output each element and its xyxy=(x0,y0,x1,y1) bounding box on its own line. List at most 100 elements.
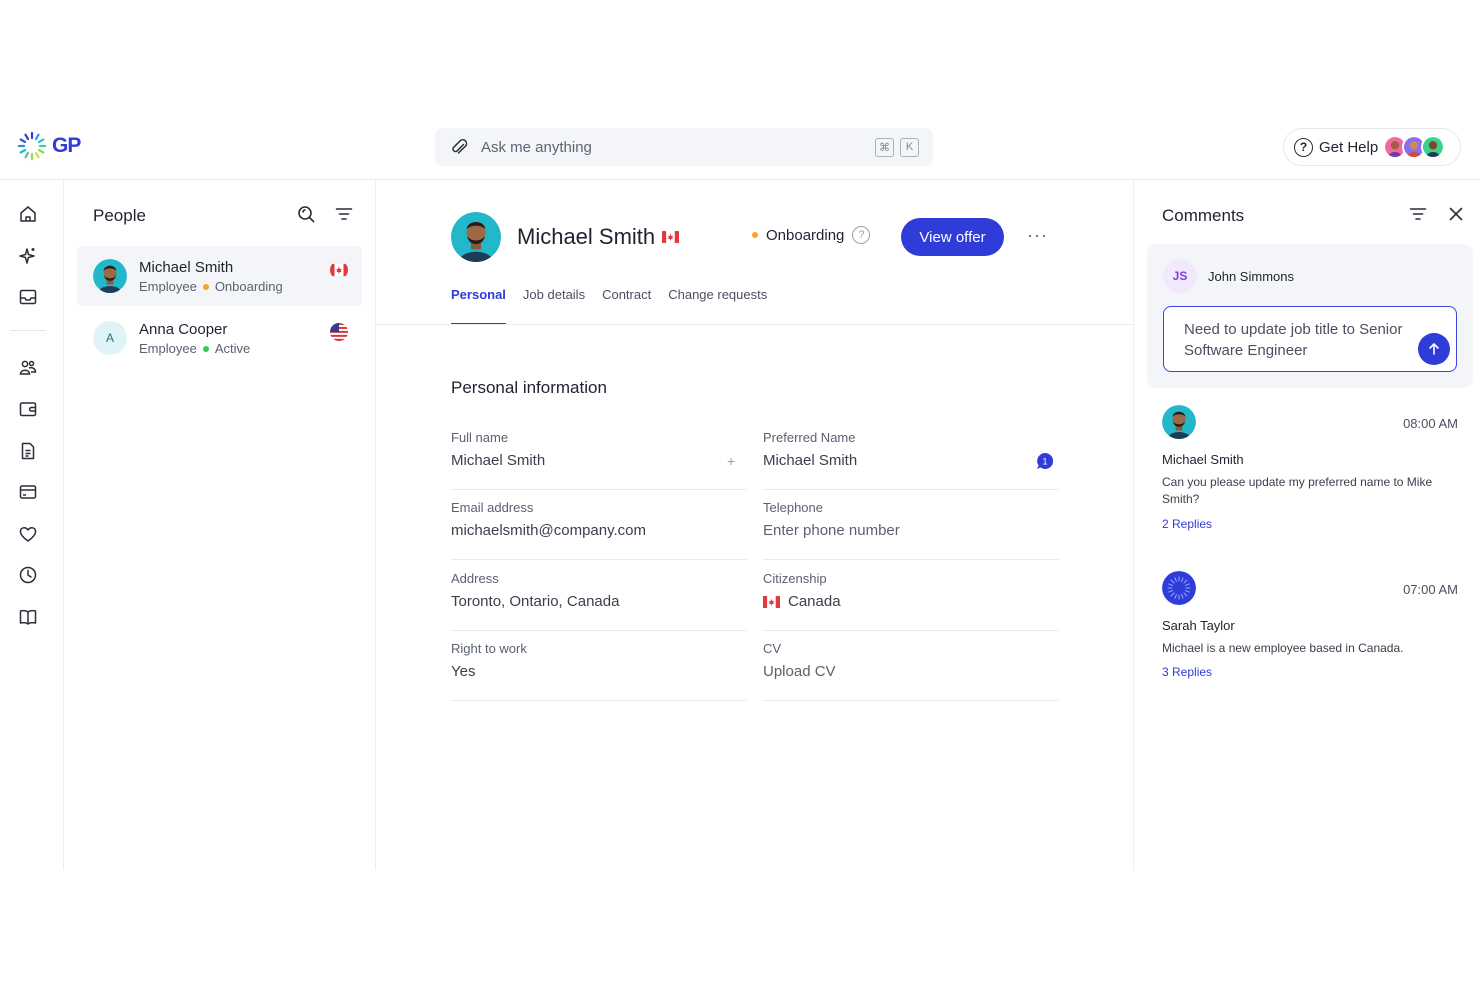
logo-icon xyxy=(17,131,47,161)
search-input[interactable]: Ask me anything ⌘ K xyxy=(435,128,933,166)
status-label: Onboarding xyxy=(766,226,845,244)
address-field[interactable]: Address Toronto, Ontario, Canada xyxy=(451,571,747,631)
support-avatars[interactable] xyxy=(1383,135,1446,159)
comments-title: Comments xyxy=(1162,206,1245,225)
people-title: People xyxy=(93,206,146,225)
avatar xyxy=(1162,571,1196,605)
comment-time: 08:00 AM xyxy=(1403,416,1458,431)
tab-contract[interactable]: Contract xyxy=(602,287,651,325)
command-key-hint: ⌘ xyxy=(875,137,894,157)
field-value[interactable]: michaelsmith@company.com xyxy=(451,522,646,539)
tabs-divider xyxy=(376,324,1133,325)
field-value[interactable]: Michael Smith xyxy=(451,452,545,469)
comment-input-text[interactable]: Need to update job title to Senior Softw… xyxy=(1184,319,1404,361)
comments-panel: Comments JS John Simmons Need to update … xyxy=(1134,180,1480,870)
full-name-field[interactable]: Full name Michael Smith + xyxy=(451,430,747,490)
nav-rail xyxy=(0,180,64,870)
field-label: Right to work xyxy=(451,641,527,656)
tab-change-requests[interactable]: Change requests xyxy=(668,287,767,325)
list-item-michael-smith[interactable]: Michael Smith Employee Onboarding xyxy=(77,246,362,306)
profile-tabs: Personal Job details Contract Change req… xyxy=(451,287,767,325)
send-button[interactable] xyxy=(1418,333,1450,365)
wallet-icon[interactable] xyxy=(18,399,38,419)
email-field[interactable]: Email address michaelsmith@company.com xyxy=(451,500,747,560)
comment-badge-icon[interactable]: 1 xyxy=(1036,452,1054,470)
cv-field[interactable]: CV Upload CV xyxy=(763,641,1059,701)
person-status: Onboarding xyxy=(214,279,283,294)
section-title: Personal information xyxy=(451,378,607,397)
people-panel: People Michael Smith Employee Onboarding… xyxy=(64,180,376,870)
close-icon[interactable] xyxy=(1446,204,1466,224)
field-label: Preferred Name xyxy=(763,430,856,445)
filter-icon[interactable] xyxy=(334,204,354,224)
filter-icon[interactable] xyxy=(1408,204,1428,224)
canada-flag-icon xyxy=(330,261,348,279)
field-value[interactable]: Enter phone number xyxy=(763,522,900,539)
comment-input[interactable]: Need to update job title to Senior Softw… xyxy=(1163,306,1457,372)
avatar xyxy=(451,212,501,262)
replies-link[interactable]: 3 Replies xyxy=(1162,665,1212,679)
field-value[interactable]: Canada xyxy=(763,593,841,610)
support-avatar xyxy=(1421,135,1446,159)
field-value[interactable]: Yes xyxy=(451,663,475,680)
tab-personal[interactable]: Personal xyxy=(451,287,506,325)
comment-author: Sarah Taylor xyxy=(1162,618,1235,633)
k-key-hint: K xyxy=(900,137,919,157)
comment-item: 07:00 AM Sarah Taylor Michael is a new e… xyxy=(1162,571,1458,691)
citizenship-field[interactable]: Citizenship Canada xyxy=(763,571,1059,631)
person-name: Anna Cooper xyxy=(139,321,228,338)
book-icon[interactable] xyxy=(18,607,38,627)
telephone-field[interactable]: Telephone Enter phone number xyxy=(763,500,1059,560)
home-icon[interactable] xyxy=(18,204,38,224)
comment-composer: JS John Simmons Need to update job title… xyxy=(1147,244,1473,388)
field-value[interactable]: Michael Smith xyxy=(763,452,857,469)
view-offer-button[interactable]: View offer xyxy=(901,218,1004,256)
heart-icon[interactable] xyxy=(18,524,38,544)
sparkle-icon[interactable] xyxy=(18,246,38,266)
list-item-anna-cooper[interactable]: A Anna Cooper Employee Active xyxy=(77,308,362,368)
document-icon[interactable] xyxy=(18,441,38,461)
field-label: Address xyxy=(451,571,499,586)
status-dot xyxy=(752,232,758,238)
logo-text: GP xyxy=(52,134,81,157)
comment-count: 1 xyxy=(1042,457,1047,467)
comment-text: Can you please update my preferred name … xyxy=(1162,475,1433,506)
clock-icon[interactable] xyxy=(18,565,38,585)
paperclip-icon[interactable] xyxy=(449,137,469,157)
logo[interactable]: GP xyxy=(17,131,81,161)
card-icon[interactable] xyxy=(18,482,38,502)
avatar xyxy=(93,259,127,293)
add-comment-icon[interactable]: + xyxy=(727,454,741,468)
comment-author: Michael Smith xyxy=(1162,452,1244,467)
get-help-button[interactable]: ? Get Help xyxy=(1283,128,1461,166)
people-icon[interactable] xyxy=(18,358,38,378)
field-label: CV xyxy=(763,641,782,656)
comment-text: Michael is a new employee based in Canad… xyxy=(1162,641,1404,655)
more-options-icon[interactable]: ··· xyxy=(1027,225,1048,246)
search-icon[interactable] xyxy=(296,204,316,224)
profile-panel: Michael Smith Onboarding ? View offer ··… xyxy=(376,180,1134,870)
usa-flag-icon xyxy=(330,323,348,341)
upload-cv-link[interactable]: Upload CV xyxy=(763,663,836,680)
search-placeholder: Ask me anything xyxy=(481,138,592,156)
composer-author: John Simmons xyxy=(1208,269,1294,284)
help-icon: ? xyxy=(1294,137,1313,157)
person-meta: Employee Onboarding xyxy=(139,279,283,294)
status-dot xyxy=(202,283,209,290)
person-status: Active xyxy=(214,341,251,356)
right-to-work-field[interactable]: Right to work Yes xyxy=(451,641,747,701)
status-badge: Onboarding ? xyxy=(752,226,871,244)
field-value[interactable]: Toronto, Ontario, Canada xyxy=(451,593,619,610)
canada-flag-icon xyxy=(662,230,679,244)
field-label: Telephone xyxy=(763,500,823,515)
comment-time: 07:00 AM xyxy=(1403,582,1458,597)
rail-divider xyxy=(10,330,46,331)
replies-link[interactable]: 2 Replies xyxy=(1162,517,1212,531)
tab-job-details[interactable]: Job details xyxy=(523,287,585,325)
avatar xyxy=(1162,405,1196,439)
citizenship-value: Canada xyxy=(788,593,841,610)
inbox-icon[interactable] xyxy=(18,287,38,307)
person-name: Michael Smith xyxy=(139,259,234,276)
help-icon[interactable]: ? xyxy=(852,226,871,244)
preferred-name-field[interactable]: Preferred Name Michael Smith 1 xyxy=(763,430,1059,490)
